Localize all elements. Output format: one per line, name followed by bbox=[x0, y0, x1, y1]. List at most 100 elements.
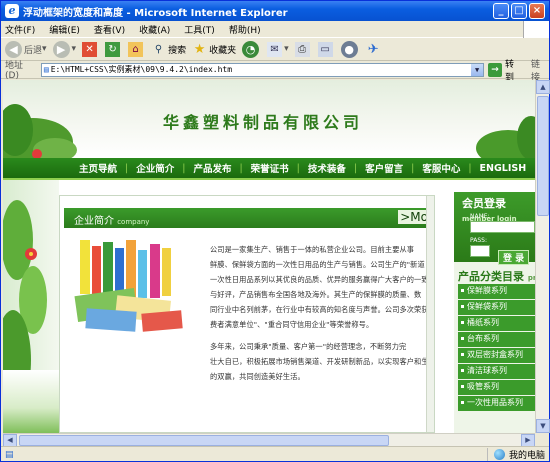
history-icon: ◔ bbox=[242, 40, 260, 58]
edit-icon: ▭ bbox=[317, 41, 333, 57]
category-item[interactable]: 桶纸系列 bbox=[458, 316, 535, 331]
maximize-button[interactable]: □ bbox=[511, 3, 527, 19]
page-icon: ▤ bbox=[43, 65, 49, 74]
forward-arrow-icon: ▶ bbox=[52, 40, 70, 58]
nav-messages[interactable]: 客户留言 bbox=[365, 161, 403, 175]
menu-bar: 文件(F) 编辑(E) 查看(V) 收藏(A) 工具(T) 帮助(H) bbox=[1, 21, 549, 38]
category-item[interactable]: 吸管系列 bbox=[458, 380, 535, 395]
intro-line: 公司是一家集生产、销售于一体的私营企业公司。目前主要从事 bbox=[210, 245, 415, 254]
intro-line: 同行业中名列前茅，在行业中有较高的知名度与声誉。公司多次荣获 bbox=[210, 305, 429, 314]
vertical-scrollbar[interactable]: ▲ ▼ bbox=[535, 80, 550, 433]
nav-home[interactable]: 主页导航 bbox=[79, 161, 117, 175]
nav-about[interactable]: 企业简介 bbox=[136, 161, 174, 175]
links-label[interactable]: 链接 bbox=[531, 57, 549, 83]
login-button[interactable]: 登 录 bbox=[498, 250, 530, 265]
stop-button[interactable]: ✕ bbox=[82, 41, 99, 57]
categories-subtitle: products bbox=[527, 274, 535, 282]
history-button[interactable]: ◔ bbox=[242, 40, 261, 58]
refresh-button[interactable]: ↻ bbox=[105, 41, 122, 57]
category-item[interactable]: 双层密封盒系列 bbox=[458, 348, 535, 363]
menu-edit[interactable]: 编辑(E) bbox=[49, 23, 80, 36]
search-button[interactable]: ⚲ 搜索 bbox=[151, 42, 186, 57]
page-viewport: 华鑫塑料制品有限公司 主页导航 | 企业简介 | 产品发布 | 荣誉证书 | 技术装备 |… bbox=[3, 80, 535, 433]
categories-title: 产品分类目录 bbox=[458, 270, 524, 283]
content-frame: 企业简介 company >Mo 公司是一家集生产、销售于一体的私营企业公司。目… bbox=[59, 195, 435, 433]
print-icon: ⎙ bbox=[294, 41, 310, 57]
close-button[interactable]: × bbox=[529, 3, 545, 19]
menu-favorites[interactable]: 收藏(A) bbox=[139, 23, 170, 36]
windows-logo-icon bbox=[523, 21, 549, 38]
edit-button[interactable]: ▭ bbox=[317, 41, 335, 57]
stop-icon: ✕ bbox=[82, 41, 98, 57]
go-arrow-icon: → bbox=[488, 62, 503, 77]
menu-help[interactable]: 帮助(H) bbox=[229, 23, 261, 36]
zone-label: 我的电脑 bbox=[508, 451, 545, 461]
nav-equipment[interactable]: 技术装备 bbox=[308, 161, 346, 175]
mail-icon: ✉ bbox=[267, 41, 283, 57]
name-input[interactable] bbox=[470, 221, 535, 233]
horizontal-scroll-thumb[interactable] bbox=[19, 435, 389, 446]
category-item[interactable]: 保鲜膜系列 bbox=[458, 284, 535, 299]
home-icon: ⌂ bbox=[128, 41, 144, 57]
computer-icon bbox=[493, 449, 505, 460]
intro-line: 一次性日用品系列以其优良的品质、优异的服务赢得广大客户的一致 bbox=[210, 275, 429, 284]
address-input[interactable]: ▤ E:\HTML+CSS\实例素材\09\9.4.2\index.htm ▼ bbox=[40, 62, 485, 77]
address-dropdown-icon[interactable]: ▼ bbox=[471, 63, 484, 76]
intro-line: 与好评，产品销售布全国各地及海外。其生产的保鲜膜的质量、数 bbox=[210, 290, 422, 299]
favorites-button[interactable]: ★ 收藏夹 bbox=[192, 42, 236, 57]
site-header: 华鑫塑料制品有限公司 bbox=[3, 80, 535, 158]
section-subtitle: company bbox=[117, 218, 150, 226]
messenger-button[interactable]: ✈ bbox=[366, 42, 383, 57]
status-bar: ▤ 我的电脑 bbox=[1, 446, 549, 462]
intro-line: 壮大自已，积极拓展市场销售渠道、开发研制新品，以实现客户和生 bbox=[210, 357, 429, 366]
horizontal-scrollbar[interactable]: ◀ ▶ bbox=[3, 433, 535, 447]
scroll-down-arrow-icon[interactable]: ▼ bbox=[536, 419, 550, 433]
home-button[interactable]: ⌂ bbox=[128, 41, 145, 57]
print-button[interactable]: ⎙ bbox=[294, 41, 312, 57]
category-item[interactable]: 清洁球系列 bbox=[458, 364, 535, 379]
minimize-button[interactable]: _ bbox=[493, 3, 509, 19]
category-list: 保鲜膜系列 保鲜袋系列 桶纸系列 台布系列 双层密封盒系列 清洁球系列 吸管系列… bbox=[458, 284, 535, 412]
nav-honors[interactable]: 荣誉证书 bbox=[251, 161, 289, 175]
category-item[interactable]: 台布系列 bbox=[458, 332, 535, 347]
status-page-icon: ▤ bbox=[5, 449, 14, 460]
title-bar: e 浮动框架的宽度和高度 - Microsoft Internet Explor… bbox=[1, 1, 549, 21]
company-title: 华鑫塑料制品有限公司 bbox=[163, 113, 364, 132]
toolbar: ◀ 后退 ▾ ▶ ▾ ✕ ↻ ⌂ ⚲ 搜索 ★ 收藏夹 ◔ ✉ ▾ ⎙ ▭ ● ✈ bbox=[1, 38, 549, 61]
mail-button[interactable]: ✉ ▾ bbox=[267, 41, 289, 57]
address-label: 地址(D) bbox=[5, 61, 24, 81]
forward-button[interactable]: ▶ ▾ bbox=[52, 40, 76, 58]
right-sidebar: 会员登录 member login NAME: PASS: 登 录 产品分类目录… bbox=[454, 192, 535, 433]
category-item[interactable]: 一次性用品系列 bbox=[458, 396, 535, 411]
messenger-icon: ✈ bbox=[367, 41, 379, 57]
intro-line: 费者满意单位"、"重合同守信用企业"等荣誉称号。 bbox=[210, 320, 374, 329]
nav-products[interactable]: 产品发布 bbox=[193, 161, 231, 175]
vertical-scroll-thumb[interactable] bbox=[537, 96, 549, 216]
intro-line: 的双赢，共同创造美好生活。 bbox=[210, 372, 305, 381]
intro-line: 多年来，公司秉承"质量、客户第一"的经营理念，不断努力完 bbox=[210, 342, 407, 351]
nav-english[interactable]: ENGLISH bbox=[480, 163, 527, 174]
go-button[interactable]: → 转到 bbox=[488, 57, 523, 83]
window-title: 浮动框架的宽度和高度 - Microsoft Internet Explorer bbox=[23, 7, 288, 19]
pass-label: PASS: bbox=[470, 237, 487, 244]
nav-service[interactable]: 客服中心 bbox=[422, 161, 460, 175]
main-nav: 主页导航 | 企业简介 | 产品发布 | 荣誉证书 | 技术装备 | 客户留言 | 客服中心… bbox=[3, 158, 535, 180]
discuss-button[interactable]: ● bbox=[340, 40, 360, 58]
security-zone: 我的电脑 bbox=[486, 448, 545, 461]
menu-file[interactable]: 文件(F) bbox=[5, 23, 35, 36]
back-button[interactable]: ◀ 后退 ▾ bbox=[5, 40, 47, 58]
frame-scrollbar[interactable] bbox=[426, 196, 434, 432]
login-panel: 会员登录 member login NAME: PASS: 登 录 bbox=[454, 192, 535, 265]
menu-tools[interactable]: 工具(T) bbox=[184, 23, 215, 36]
star-icon: ★ bbox=[193, 41, 206, 57]
product-image bbox=[74, 240, 183, 332]
ie-logo-icon: e bbox=[5, 4, 19, 18]
category-item[interactable]: 保鲜袋系列 bbox=[458, 300, 535, 315]
section-header: 企业简介 company >Mo bbox=[64, 208, 432, 228]
menu-view[interactable]: 查看(V) bbox=[94, 23, 125, 36]
pass-input[interactable] bbox=[470, 245, 490, 257]
section-title: 企业简介 bbox=[74, 216, 114, 227]
discuss-icon: ● bbox=[340, 40, 358, 58]
back-arrow-icon: ◀ bbox=[5, 40, 22, 58]
scroll-up-arrow-icon[interactable]: ▲ bbox=[536, 80, 550, 94]
